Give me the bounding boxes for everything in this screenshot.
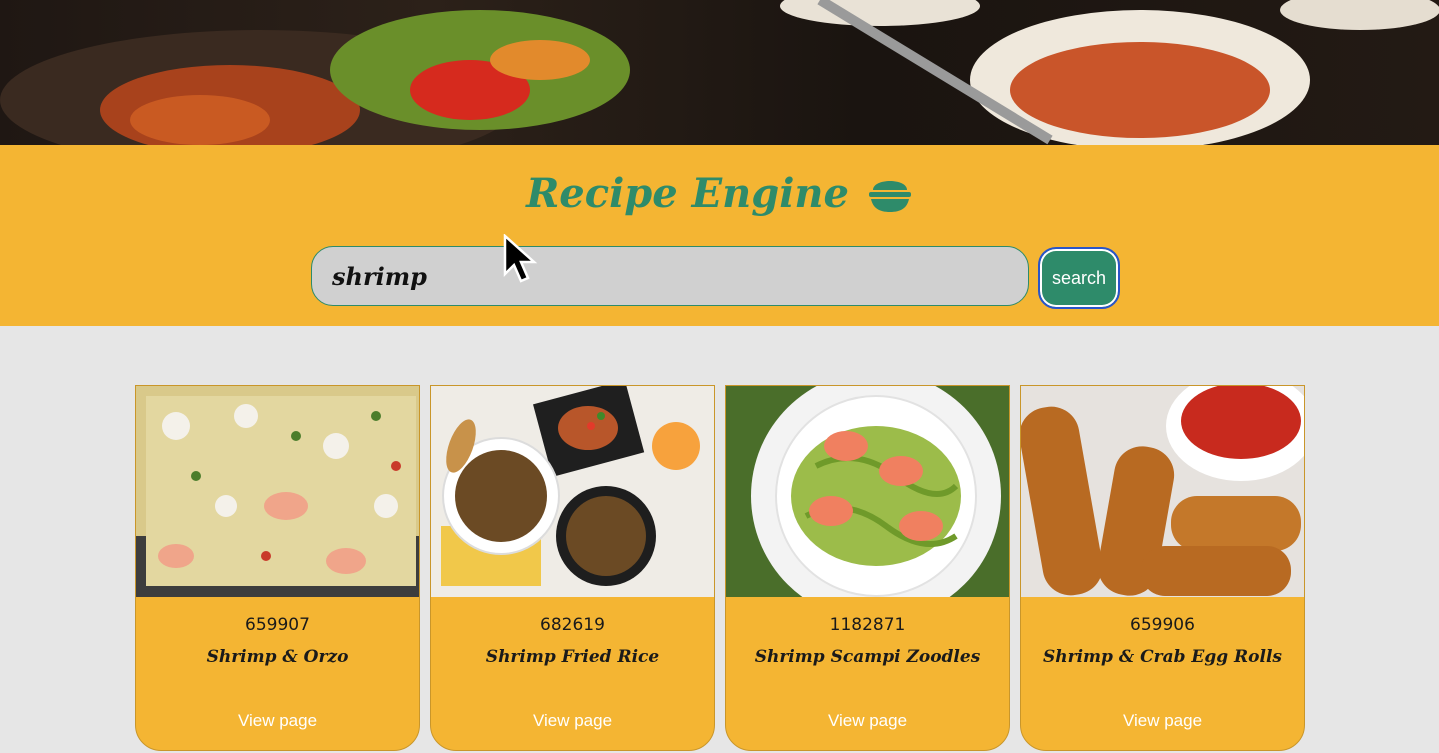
recipe-card: 659907 Shrimp & Orzo View page — [135, 385, 420, 751]
recipe-card: 682619 Shrimp Fried Rice View page — [430, 385, 715, 751]
recipe-title: Shrimp Scampi Zoodles — [754, 647, 981, 667]
search-button[interactable]: search — [1038, 247, 1120, 309]
header-title-row: Recipe Engine — [0, 168, 1439, 220]
view-page-link[interactable]: View page — [726, 711, 1009, 731]
recipe-card: 659906 Shrimp & Crab Egg Rolls View page — [1020, 385, 1305, 751]
search-input[interactable] — [311, 246, 1029, 306]
recipe-image — [136, 386, 419, 597]
rice-bowl-icon — [868, 181, 911, 212]
recipe-title: Shrimp Fried Rice — [485, 647, 660, 667]
view-page-link[interactable]: View page — [431, 711, 714, 731]
view-page-link[interactable]: View page — [136, 711, 419, 731]
app-title: Recipe Engine — [526, 170, 849, 217]
recipe-title: Shrimp & Crab Egg Rolls — [1042, 647, 1283, 667]
recipe-title: Shrimp & Orzo — [206, 647, 349, 667]
hero-banner-image — [0, 0, 1439, 145]
recipe-id: 682619 — [540, 615, 605, 635]
view-page-link[interactable]: View page — [1021, 711, 1304, 731]
recipe-id: 1182871 — [829, 615, 906, 635]
results-grid: 659907 Shrimp & Orzo View page 682619 Sh… — [135, 385, 1305, 751]
recipe-id: 659906 — [1130, 615, 1195, 635]
recipe-image — [726, 386, 1009, 597]
recipe-image — [1021, 386, 1304, 597]
mouse-cursor-icon — [503, 234, 538, 283]
recipe-image — [431, 386, 714, 597]
recipe-card: 1182871 Shrimp Scampi Zoodles View page — [725, 385, 1010, 751]
recipe-id: 659907 — [245, 615, 310, 635]
